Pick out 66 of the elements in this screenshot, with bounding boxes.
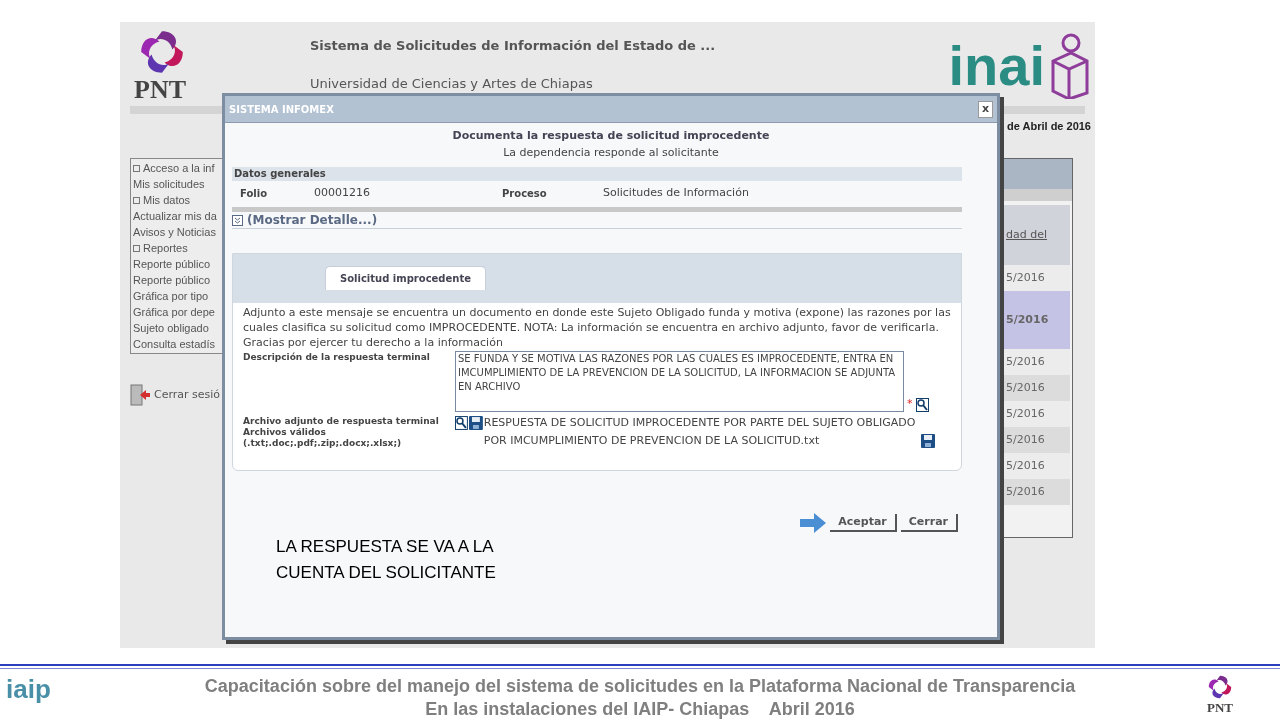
person-cube-icon xyxy=(1049,33,1089,99)
accept-button[interactable]: Aceptar xyxy=(830,514,897,532)
sidebar-item[interactable]: Actualizar mis da xyxy=(133,207,217,225)
date-cell-text: 5/2016 xyxy=(1006,483,1045,500)
attachment-label: Archivo adjunto de respuesta terminal xyxy=(243,416,440,427)
date-text: de Abril de 2016 xyxy=(1007,119,1091,134)
field-label: Proceso xyxy=(502,186,548,201)
sidebar-item[interactable]: Reporte público xyxy=(133,255,211,273)
expand-icon xyxy=(133,164,140,172)
system-title: Sistema de Solicitudes de Información del Estado de ... xyxy=(310,37,716,55)
close-button[interactable]: x xyxy=(978,100,993,118)
sidebar-item[interactable]: Mis solicitudes xyxy=(133,175,205,193)
chevron-down-icon xyxy=(232,214,243,226)
sidebar-item[interactable]: Gráfica por tipo xyxy=(133,287,209,305)
message-text: Adjunto a este mensaje se encuentra un documento en donde este Sujeto Obligado funda y motiva (expone) las razones por las cuales clasifica su solicitud como IMPROCEDENTE. NOTA: La información se encuentra en archivo adjunto, favor de verificarla. Gracias por ejercer tu derecho a la información xyxy=(243,305,951,350)
logout-icon[interactable] xyxy=(130,384,150,406)
pnt-logo-icon xyxy=(1206,673,1234,701)
description-label: Descripción de la respuesta terminal xyxy=(243,351,431,364)
required-mark: * xyxy=(907,395,913,412)
annotation-text: LA RESPUESTA SE VA A LA xyxy=(276,536,495,558)
expand-icon xyxy=(133,244,140,252)
sidebar-item[interactable]: Gráfica por depe xyxy=(133,303,215,321)
expand-icon xyxy=(133,196,140,204)
annotation-text: CUENTA DEL SOLICITANTE xyxy=(276,562,496,584)
sidebar-item[interactable]: Mis datos xyxy=(143,191,191,209)
logout-link[interactable]: Cerrar sesió xyxy=(154,386,221,404)
date-cell-text: 5/2016 xyxy=(1006,457,1045,474)
attachment-file-name[interactable]: RESPUESTA DE SOLICITUD IMPROCEDENTE POR PARTE DEL SUJETO OBLIGADO POR IMCUMPLIMIENTO DE PREVENCION DE LA SOLICITUD.txt xyxy=(483,414,920,450)
field-value: 00001216 xyxy=(314,184,371,201)
save-icon[interactable] xyxy=(921,434,935,448)
search-icon[interactable] xyxy=(455,416,468,430)
attachment-label: Archivos válidos xyxy=(243,427,327,438)
sidebar-item[interactable]: Consulta estadís xyxy=(133,335,215,353)
save-icon[interactable] xyxy=(468,416,483,430)
attachment-label: (.txt;.doc;.pdf;.zip;.docx;.xlsx;) xyxy=(243,438,403,449)
sidebar-item[interactable]: Avisos y Noticias xyxy=(133,223,216,241)
section-header: Datos generales xyxy=(232,167,962,181)
dialog-heading: Documenta la respuesta de solicitud improcedente xyxy=(452,128,770,144)
pnt-logo-text: PNT xyxy=(1207,701,1233,714)
date-cell-text: 5/2016 xyxy=(1006,311,1049,328)
dialog-title: SISTEMA INFOMEX xyxy=(229,102,334,117)
search-icon[interactable] xyxy=(915,398,929,412)
sidebar-item[interactable]: Reportes xyxy=(143,239,188,257)
date-cell-text: 5/2016 xyxy=(1006,431,1045,448)
date-cell-text: 5/2016 xyxy=(1006,269,1045,286)
brand-logo-text: inai xyxy=(948,38,1045,94)
iaip-logo-text: iaip xyxy=(6,675,51,703)
sidebar-item[interactable]: Sujeto obligado xyxy=(133,319,209,337)
sidebar-item[interactable]: Reporte público xyxy=(133,271,211,289)
arrow-right-icon xyxy=(800,513,827,533)
tab[interactable]: Solicitud improcedente xyxy=(325,266,486,290)
institution-name: Universidad de Ciencias y Artes de Chiapas xyxy=(310,74,594,93)
close-dialog-button[interactable]: Cerrar xyxy=(900,514,958,532)
date-cell-text: 5/2016 xyxy=(1006,353,1045,370)
field-label: Folio xyxy=(239,186,269,201)
date-cell-text: 5/2016 xyxy=(1006,405,1045,422)
description-field[interactable]: SE FUNDA Y SE MOTIVA LAS RAZONES POR LAS CUALES ES IMPROCEDENTE, ENTRA EN IMCUMPLIMIENTO DE LA PREVENCION DE LA SOLICITUD, LA INFORMACION SE ADJUNTA EN ARCHIVO xyxy=(455,351,904,412)
sidebar-item[interactable]: Acceso a la inf xyxy=(143,159,215,177)
dialog-subheading: La dependencia responde al solicitante xyxy=(503,144,719,161)
footer-caption: En las instalaciones del IAIP- Chiapas Abril 2016 xyxy=(425,698,855,720)
column-header-link[interactable]: dad del xyxy=(1006,226,1047,244)
date-cell-text: 5/2016 xyxy=(1006,379,1045,396)
field-value: Solicitudes de Información xyxy=(603,184,749,201)
footer-caption: Capacitación sobre del manejo del sistema de solicitudes en la Plataforma Nacional de Transparencia xyxy=(204,675,1076,698)
logo-text: PNT xyxy=(134,78,186,102)
show-details-toggle[interactable]: (Mostrar Detalle...) xyxy=(232,212,378,228)
